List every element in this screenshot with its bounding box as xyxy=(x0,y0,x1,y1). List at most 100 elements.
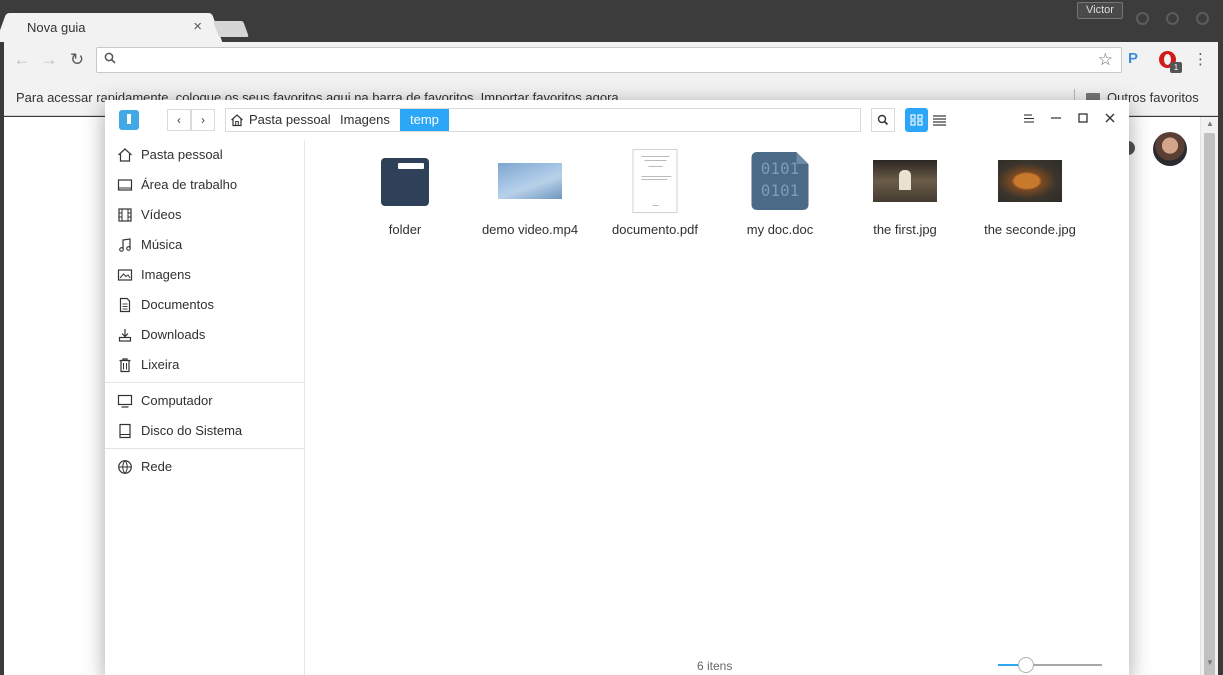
maximize-icon[interactable] xyxy=(1073,110,1093,130)
download-icon xyxy=(118,329,132,342)
sidebar-divider xyxy=(105,382,305,383)
close-glyph-icon xyxy=(1105,113,1115,123)
forward-icon[interactable]: → xyxy=(39,50,59,70)
disk-icon xyxy=(119,423,131,439)
file-name: my doc.doc xyxy=(746,222,814,237)
film-icon xyxy=(118,208,132,222)
bookmark-star-icon[interactable]: ☆ xyxy=(1098,50,1113,70)
trash-icon xyxy=(119,358,131,373)
forward-button[interactable]: › xyxy=(191,109,215,131)
sidebar-item-home[interactable]: Pasta pessoal xyxy=(105,140,305,170)
file-name: folder xyxy=(388,222,422,237)
sidebar-item-downloads[interactable]: Downloads xyxy=(105,320,305,350)
home-icon xyxy=(118,148,132,162)
file-manager-titlebar: ‹ › Pasta pessoal Imagens temp xyxy=(105,100,1129,140)
page-scrollbar[interactable]: ▲ ▼ xyxy=(1200,117,1218,675)
breadcrumb-home[interactable]: Pasta pessoal xyxy=(226,109,341,131)
sidebar-item-videos[interactable]: Vídeos xyxy=(105,200,305,230)
file-name: the seconde.jpg xyxy=(984,222,1076,237)
document-icon xyxy=(119,297,131,313)
file-item-video[interactable]: demo video.mp4 xyxy=(475,145,585,237)
scrollbar-thumb[interactable] xyxy=(1204,133,1215,675)
sidebar-item-label: Rede xyxy=(141,459,173,474)
sidebar-item-label: Documentos xyxy=(141,297,214,312)
sidebar-item-music[interactable]: Música xyxy=(105,230,305,260)
search-button[interactable] xyxy=(871,108,895,132)
minimize-window-button[interactable] xyxy=(1136,12,1149,25)
file-manager-logo-icon xyxy=(119,110,139,130)
desktop-icon xyxy=(117,179,133,191)
file-manager-window: ‹ › Pasta pessoal Imagens temp Pasta pes… xyxy=(105,100,1129,675)
sidebar-item-desktop[interactable]: Área de trabalho xyxy=(105,170,305,200)
sidebar-item-network[interactable]: Rede xyxy=(105,452,305,482)
icon-view-button[interactable] xyxy=(905,108,928,132)
image-thumbnail xyxy=(998,160,1062,202)
file-item-pdf[interactable]: documento.pdf xyxy=(600,145,710,237)
breadcrumb-temp[interactable]: temp xyxy=(400,109,449,131)
new-tab-button[interactable] xyxy=(213,21,249,37)
view-mode-toggle xyxy=(905,108,951,132)
maximize-window-button[interactable] xyxy=(1166,12,1179,25)
hamburger-icon xyxy=(1024,114,1034,123)
sidebar-item-documents[interactable]: Documentos xyxy=(105,290,305,320)
sidebar-item-label: Pasta pessoal xyxy=(141,147,223,162)
sidebar-item-system-disk[interactable]: Disco do Sistema xyxy=(105,416,305,446)
zoom-slider[interactable] xyxy=(998,657,1102,673)
sidebar-item-label: Área de trabalho xyxy=(141,177,238,192)
extension-badge: 1 xyxy=(1170,62,1182,73)
avatar[interactable] xyxy=(1153,132,1187,166)
status-bar: 6 itens xyxy=(306,656,1129,675)
scroll-down-icon[interactable]: ▼ xyxy=(1206,658,1214,667)
browser-menu-icon[interactable]: ⋮ xyxy=(1193,50,1208,68)
list-icon xyxy=(933,115,946,126)
scroll-up-icon[interactable]: ▲ xyxy=(1206,119,1214,128)
menu-icon[interactable] xyxy=(1019,110,1039,130)
file-name: demo video.mp4 xyxy=(481,222,579,237)
file-name: the first.jpg xyxy=(873,222,937,237)
sidebar-item-label: Música xyxy=(141,237,183,252)
sidebar-item-images[interactable]: Imagens xyxy=(105,260,305,290)
binary-glyph: 0101 xyxy=(760,159,800,178)
music-note-icon xyxy=(119,238,131,252)
minimize-glyph-icon xyxy=(1051,117,1061,119)
network-globe-icon xyxy=(118,460,132,474)
close-window-button[interactable] xyxy=(1196,12,1209,25)
file-item-doc[interactable]: 0101 0101 my doc.doc xyxy=(725,145,835,237)
address-bar[interactable]: ☆ xyxy=(96,47,1122,73)
tab-close-icon[interactable]: × xyxy=(193,18,202,35)
sidebar-item-label: Imagens xyxy=(141,267,191,282)
file-item-first-jpg[interactable]: the first.jpg xyxy=(850,145,960,237)
close-icon[interactable] xyxy=(1100,110,1120,130)
binary-file-icon: 0101 0101 xyxy=(751,152,809,210)
sidebar: Pasta pessoal Área de trabalho Vídeos Mú… xyxy=(105,140,305,675)
binary-glyph: 0101 xyxy=(760,181,800,200)
extension-p-icon[interactable]: P xyxy=(1128,50,1138,67)
browser-tab[interactable]: Nova guia × xyxy=(8,13,210,42)
back-icon[interactable]: ← xyxy=(12,50,32,70)
search-icon xyxy=(877,114,889,126)
sidebar-item-label: Lixeira xyxy=(141,357,180,372)
sidebar-item-computer[interactable]: Computador xyxy=(105,386,305,416)
zoom-slider-handle[interactable] xyxy=(1018,657,1035,673)
minimize-icon[interactable] xyxy=(1046,110,1066,130)
back-button[interactable]: ‹ xyxy=(167,109,191,131)
breadcrumb-imagens[interactable]: Imagens xyxy=(330,109,400,131)
folder-icon xyxy=(381,158,429,206)
list-view-button[interactable] xyxy=(928,108,951,132)
sidebar-item-label: Vídeos xyxy=(141,207,182,222)
sidebar-item-label: Disco do Sistema xyxy=(141,423,243,438)
reload-icon[interactable]: ↻ xyxy=(67,50,87,70)
breadcrumb: Pasta pessoal Imagens temp xyxy=(225,108,861,132)
sidebar-item-trash[interactable]: Lixeira xyxy=(105,350,305,380)
video-thumbnail xyxy=(498,163,562,199)
grid-icon xyxy=(910,114,923,126)
profile-button[interactable]: Victor xyxy=(1077,2,1123,19)
image-icon xyxy=(117,269,133,281)
sidebar-divider xyxy=(105,448,305,449)
file-item-second-jpg[interactable]: the seconde.jpg xyxy=(975,145,1085,237)
home-icon xyxy=(231,114,243,127)
search-icon xyxy=(104,52,116,64)
file-item-folder[interactable]: folder xyxy=(350,145,460,237)
file-name: documento.pdf xyxy=(611,222,698,237)
sidebar-item-label: Downloads xyxy=(141,327,206,342)
